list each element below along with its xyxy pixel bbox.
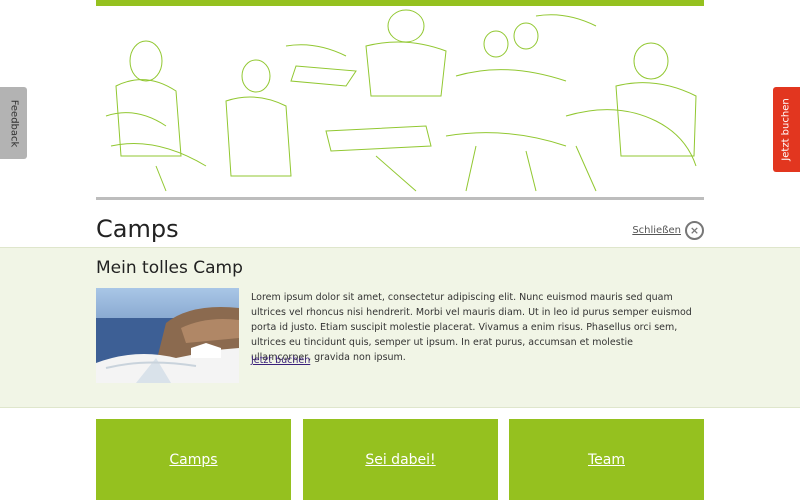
nav-tile-join-label[interactable]: Sei dabei! bbox=[365, 452, 435, 468]
page-title: Camps bbox=[96, 215, 179, 243]
feedback-tab[interactable]: Feedback bbox=[0, 87, 27, 159]
camp-description: Lorem ipsum dolor sit amet, consectetur … bbox=[251, 292, 692, 363]
nav-tile-camps-label[interactable]: Camps bbox=[169, 452, 217, 468]
feedback-tab-label: Feedback bbox=[8, 99, 19, 147]
nav-tile-join[interactable]: Sei dabei! bbox=[303, 419, 498, 500]
nav-tile-team-label[interactable]: Team bbox=[588, 452, 625, 468]
book-now-tab[interactable]: Jetzt buchen bbox=[773, 87, 800, 172]
camp-photo bbox=[96, 288, 239, 383]
hero-sketch-image bbox=[96, 6, 704, 196]
nav-tile-team[interactable]: Team bbox=[509, 419, 704, 500]
book-now-tab-label: Jetzt buchen bbox=[781, 98, 793, 161]
nav-tile-camps[interactable]: Camps bbox=[96, 419, 291, 500]
camp-detail-panel: Mein tolles Camp Lorem ipsum dolor sit a… bbox=[0, 247, 800, 408]
close-icon[interactable]: × bbox=[685, 221, 704, 240]
hero-divider bbox=[96, 197, 704, 200]
camp-title: Mein tolles Camp bbox=[96, 258, 243, 278]
camp-book-link[interactable]: Jetzt buchen bbox=[251, 355, 310, 366]
close-button[interactable]: Schließen × bbox=[632, 221, 704, 240]
close-link[interactable]: Schließen bbox=[632, 225, 681, 236]
